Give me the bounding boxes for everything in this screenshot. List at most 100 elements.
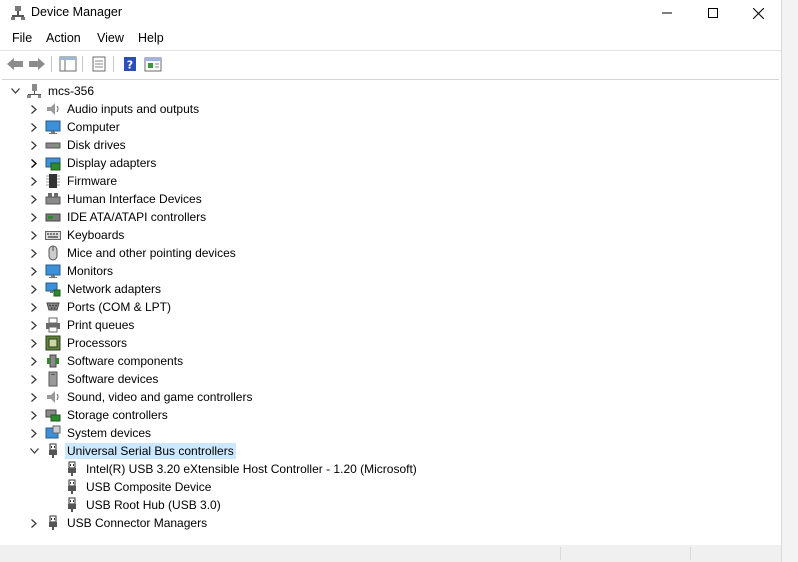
usb-device-icon: [64, 461, 80, 477]
keyboard-icon: [45, 227, 61, 243]
chevron-right-icon[interactable]: [27, 316, 41, 334]
chevron-right-icon[interactable]: [27, 208, 41, 226]
category-ide-ata[interactable]: IDE ATA/ATAPI controllers: [27, 208, 208, 226]
device-label: USB Root Hub (USB 3.0): [86, 498, 221, 512]
category-label: Universal Serial Bus controllers: [65, 443, 236, 459]
category-usb-controllers[interactable]: Universal Serial Bus controllers: [27, 442, 236, 460]
chevron-right-icon[interactable]: [27, 244, 41, 262]
chevron-down-icon[interactable]: [27, 442, 41, 460]
menu-file[interactable]: File: [12, 31, 32, 45]
usb-icon: [45, 443, 61, 459]
close-button[interactable]: [735, 0, 781, 26]
category-disk-drives[interactable]: Disk drives: [27, 136, 128, 154]
speaker-icon: [45, 101, 61, 117]
chevron-right-icon[interactable]: [27, 352, 41, 370]
category-computer[interactable]: Computer: [27, 118, 122, 136]
status-divider: [560, 547, 562, 560]
hid-icon: [45, 191, 61, 207]
category-label: Ports (COM & LPT): [67, 300, 172, 314]
forward-button[interactable]: [27, 54, 47, 74]
title-bar[interactable]: Device Manager: [0, 0, 781, 26]
device-manager-window: Device Manager File Action View Help ? m…: [0, 0, 782, 562]
chevron-right-icon[interactable]: [27, 226, 41, 244]
category-mice[interactable]: Mice and other pointing devices: [27, 244, 238, 262]
category-print-queues[interactable]: Print queues: [27, 316, 136, 334]
chevron-right-icon[interactable]: [27, 334, 41, 352]
chevron-right-icon[interactable]: [27, 514, 41, 532]
usb-device-host-controller[interactable]: Intel(R) USB 3.20 eXtensible Host Contro…: [64, 460, 419, 478]
monitor-icon: [45, 263, 61, 279]
toolbar-separator: [51, 56, 52, 72]
category-label: System devices: [67, 426, 152, 440]
properties-button[interactable]: [89, 54, 109, 74]
chevron-right-icon[interactable]: [27, 154, 41, 172]
menu-help[interactable]: Help: [138, 31, 164, 45]
category-software-devices[interactable]: Software devices: [27, 370, 160, 388]
maximize-icon: [708, 8, 718, 18]
toolbar-separator: [82, 56, 83, 72]
menu-view[interactable]: View: [97, 31, 124, 45]
category-label: Mice and other pointing devices: [67, 246, 236, 260]
chevron-down-icon[interactable]: [8, 82, 22, 100]
sound-icon: [45, 389, 61, 405]
category-monitors[interactable]: Monitors: [27, 262, 115, 280]
close-icon: [752, 7, 764, 19]
help-button[interactable]: ?: [120, 54, 140, 74]
category-ports[interactable]: Ports (COM & LPT): [27, 298, 173, 316]
show-hide-console-tree-button[interactable]: [58, 54, 78, 74]
usb-device-root-hub[interactable]: USB Root Hub (USB 3.0): [64, 496, 223, 514]
software-device-icon: [45, 371, 61, 387]
chevron-right-icon[interactable]: [27, 406, 41, 424]
chevron-right-icon[interactable]: [27, 118, 41, 136]
category-label: IDE ATA/ATAPI controllers: [67, 210, 207, 224]
help-icon: ?: [124, 57, 136, 72]
update-driver-button[interactable]: [143, 54, 163, 74]
chevron-right-icon[interactable]: [27, 100, 41, 118]
minimize-button[interactable]: [644, 0, 690, 26]
tree-root-computer[interactable]: mcs-356: [8, 82, 96, 100]
back-button[interactable]: [5, 54, 25, 74]
chevron-right-icon[interactable]: [27, 136, 41, 154]
network-adapter-icon: [45, 281, 61, 297]
chevron-right-icon[interactable]: [27, 172, 41, 190]
category-firmware[interactable]: Firmware: [27, 172, 119, 190]
category-software-components[interactable]: Software components: [27, 352, 185, 370]
menu-action[interactable]: Action: [46, 31, 81, 45]
category-label: Sound, video and game controllers: [67, 390, 253, 404]
maximize-button[interactable]: [690, 0, 736, 26]
chevron-right-icon[interactable]: [27, 388, 41, 406]
category-storage-controllers[interactable]: Storage controllers: [27, 406, 170, 424]
category-display-adapters[interactable]: Display adapters: [27, 154, 158, 172]
category-hid[interactable]: Human Interface Devices: [27, 190, 204, 208]
minimize-icon: [662, 12, 672, 14]
disk-drive-icon: [45, 137, 61, 153]
category-label: Disk drives: [67, 138, 126, 152]
forward-icon: [29, 58, 45, 70]
category-sound-video[interactable]: Sound, video and game controllers: [27, 388, 254, 406]
category-network-adapters[interactable]: Network adapters: [27, 280, 163, 298]
category-label: Software components: [67, 354, 184, 368]
category-audio[interactable]: Audio inputs and outputs: [27, 100, 201, 118]
category-keyboards[interactable]: Keyboards: [27, 226, 126, 244]
chevron-right-icon[interactable]: [27, 424, 41, 442]
category-label: Display adapters: [67, 156, 157, 170]
category-processors[interactable]: Processors: [27, 334, 129, 352]
usb-device-composite[interactable]: USB Composite Device: [64, 478, 213, 496]
chevron-right-icon[interactable]: [27, 370, 41, 388]
chevron-right-icon[interactable]: [27, 280, 41, 298]
chevron-right-icon[interactable]: [27, 298, 41, 316]
usb-device-icon: [64, 479, 80, 495]
category-label: Keyboards: [67, 228, 125, 242]
firmware-chip-icon: [45, 173, 61, 189]
software-component-icon: [45, 353, 61, 369]
usb-icon: [45, 515, 61, 531]
category-usb-connector-managers[interactable]: USB Connector Managers: [27, 514, 209, 532]
back-icon: [7, 58, 23, 70]
device-tree[interactable]: mcs-356 Audio inputs and outputs Compute…: [2, 79, 779, 546]
category-label: USB Connector Managers: [67, 516, 208, 530]
chevron-right-icon[interactable]: [27, 190, 41, 208]
chevron-right-icon[interactable]: [27, 262, 41, 280]
category-label: Print queues: [67, 318, 135, 332]
category-label: Audio inputs and outputs: [67, 102, 200, 116]
category-system-devices[interactable]: System devices: [27, 424, 153, 442]
